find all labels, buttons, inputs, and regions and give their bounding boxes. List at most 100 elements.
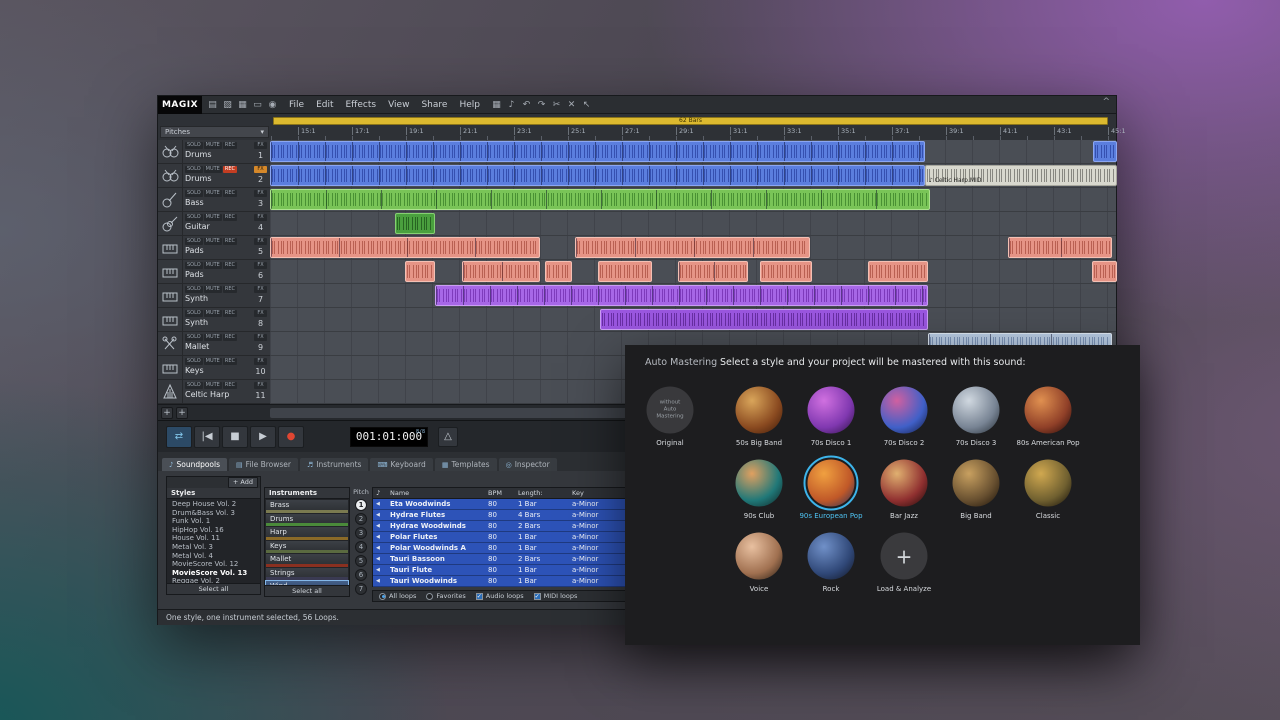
rec-button[interactable]: REC	[223, 238, 237, 245]
style-item-metal-vol-4[interactable]: Metal Vol. 4	[167, 552, 260, 561]
metronome-button[interactable]: △	[438, 427, 458, 447]
solo-button[interactable]: SOLO	[185, 142, 203, 149]
tab-soundpools[interactable]: ♪Soundpools	[162, 458, 227, 471]
mastering-style-70s-disco-1[interactable]	[808, 387, 855, 434]
track-name[interactable]: Synth	[185, 294, 250, 304]
collapse-caret-icon[interactable]: ^	[1102, 97, 1110, 107]
track-header[interactable]: SOLOMUTERECMalletFX9	[158, 332, 270, 356]
solo-button[interactable]: SOLO	[185, 358, 203, 365]
mastering-style-rock[interactable]	[808, 533, 855, 580]
fx-button[interactable]: FX	[254, 382, 266, 389]
audio-clip[interactable]	[760, 261, 812, 282]
delete-icon[interactable]: ✕	[565, 98, 578, 111]
instrument-item-drums[interactable]: Drums	[266, 514, 348, 527]
solo-button[interactable]: SOLO	[185, 262, 203, 269]
track-lane[interactable]	[270, 236, 1116, 260]
audio-clip[interactable]	[270, 165, 925, 186]
split-icon[interactable]: ✂	[550, 98, 563, 111]
audio-clip[interactable]	[395, 213, 435, 234]
track-name[interactable]: Bass	[185, 198, 250, 208]
audio-clip[interactable]	[598, 261, 652, 282]
style-item-moviescore-vol-12[interactable]: MovieScore Vol. 12	[167, 560, 260, 569]
fx-button[interactable]: FX	[254, 214, 266, 221]
bar-ruler[interactable]: 15:117:119:121:123:125:127:129:131:133:1…	[271, 126, 1116, 140]
pitch-7[interactable]: 7	[355, 583, 367, 595]
track-lane[interactable]: ♪ Celtic Harp.MID	[270, 164, 1116, 188]
pitch-5[interactable]: 5	[355, 555, 367, 567]
add-track-button[interactable]: +	[161, 407, 173, 419]
mute-button[interactable]: MUTE	[204, 166, 222, 173]
audio-clip[interactable]	[270, 141, 925, 162]
track-lane[interactable]	[270, 284, 1116, 308]
track-header[interactable]: SOLOMUTERECGuitarFX4	[158, 212, 270, 236]
checkbox-icon[interactable]: ✓	[476, 593, 483, 600]
checkbox-icon[interactable]: ✓	[534, 593, 541, 600]
fx-button[interactable]: FX	[254, 310, 266, 317]
record-button[interactable]: ●	[278, 426, 304, 448]
pitch-1[interactable]: 1	[355, 499, 367, 511]
tab-file-browser[interactable]: ▤File Browser	[229, 458, 298, 471]
midi-clip[interactable]: ♪ Celtic Harp.MID	[925, 165, 1117, 186]
rec-button[interactable]: REC	[223, 358, 237, 365]
mute-button[interactable]: MUTE	[204, 262, 222, 269]
instrument-item-brass[interactable]: Brass	[266, 500, 348, 513]
track-name[interactable]: Mallet	[185, 342, 250, 352]
audio-clip[interactable]	[545, 261, 572, 282]
audio-clip[interactable]	[462, 261, 540, 282]
pitch-4[interactable]: 4	[355, 541, 367, 553]
rec-button[interactable]: REC	[223, 190, 237, 197]
redo-icon[interactable]: ↷	[535, 98, 548, 111]
track-header[interactable]: SOLOMUTERECDrumsFX1	[158, 140, 270, 164]
tab-templates[interactable]: ▦Templates	[435, 458, 497, 471]
mute-button[interactable]: MUTE	[204, 238, 222, 245]
rec-button[interactable]: REC	[223, 310, 237, 317]
track-lane[interactable]	[270, 140, 1116, 164]
mastering-style-big-band[interactable]	[953, 460, 1000, 507]
mute-button[interactable]: MUTE	[204, 214, 222, 221]
audio-clip[interactable]	[600, 309, 928, 330]
style-item-metal-vol-3[interactable]: Metal Vol. 3	[167, 543, 260, 552]
track-header[interactable]: SOLOMUTERECDrumsFX2	[158, 164, 270, 188]
pitch-6[interactable]: 6	[355, 569, 367, 581]
solo-button[interactable]: SOLO	[185, 382, 203, 389]
mastering-style-original[interactable]: without Auto Mastering	[647, 387, 694, 434]
rec-button[interactable]: REC	[223, 262, 237, 269]
filter-favorites[interactable]: Favorites	[426, 592, 465, 600]
audio-clip[interactable]	[435, 285, 928, 306]
fx-button[interactable]: FX	[254, 238, 266, 245]
style-item-deep-house-vol-2[interactable]: Deep House Vol. 2	[167, 500, 260, 509]
fx-button[interactable]: FX	[254, 190, 266, 197]
tab-inspector[interactable]: ◎Inspector	[499, 458, 557, 471]
filter-midi-loops[interactable]: ✓MIDI loops	[534, 592, 578, 600]
track-name[interactable]: Drums	[185, 150, 250, 160]
add-style-button[interactable]: + Add	[228, 477, 258, 488]
solo-button[interactable]: SOLO	[185, 166, 203, 173]
track-header[interactable]: SOLOMUTERECBassFX3	[158, 188, 270, 212]
skip-start-button[interactable]: |◀	[194, 426, 220, 448]
pitch-3[interactable]: 3	[355, 527, 367, 539]
save-icon[interactable]: ▦	[236, 98, 249, 111]
track-header[interactable]: SOLOMUTERECCeltic HarpFX11	[158, 380, 270, 404]
tab-instruments[interactable]: ♬Instruments	[300, 458, 368, 471]
audio-clip[interactable]	[575, 237, 810, 258]
fx-button[interactable]: FX	[254, 286, 266, 293]
track-lane[interactable]	[270, 308, 1116, 332]
fx-button[interactable]: FX	[254, 334, 266, 341]
mute-button[interactable]: MUTE	[204, 358, 222, 365]
track-lane[interactable]	[270, 212, 1116, 236]
loop-range-bar[interactable]: 62 Bars	[273, 117, 1108, 125]
filter-all-loops[interactable]: All loops	[379, 592, 416, 600]
radio-icon[interactable]	[426, 593, 433, 600]
mute-button[interactable]: MUTE	[204, 310, 222, 317]
mastering-style-90s-club[interactable]	[736, 460, 783, 507]
mastering-style-voice[interactable]	[736, 533, 783, 580]
track-header[interactable]: SOLOMUTERECSynthFX8	[158, 308, 270, 332]
style-item-funk-vol-1[interactable]: Funk Vol. 1	[167, 517, 260, 526]
instruments-select-all-button[interactable]: Select all	[265, 585, 349, 596]
rec-button[interactable]: REC	[223, 334, 237, 341]
audio-clip[interactable]	[1093, 141, 1117, 162]
mute-button[interactable]: MUTE	[204, 190, 222, 197]
audio-icon[interactable]: ♪	[505, 98, 518, 111]
track-header[interactable]: SOLOMUTERECPadsFX6	[158, 260, 270, 284]
rec-button[interactable]: REC	[223, 382, 237, 389]
